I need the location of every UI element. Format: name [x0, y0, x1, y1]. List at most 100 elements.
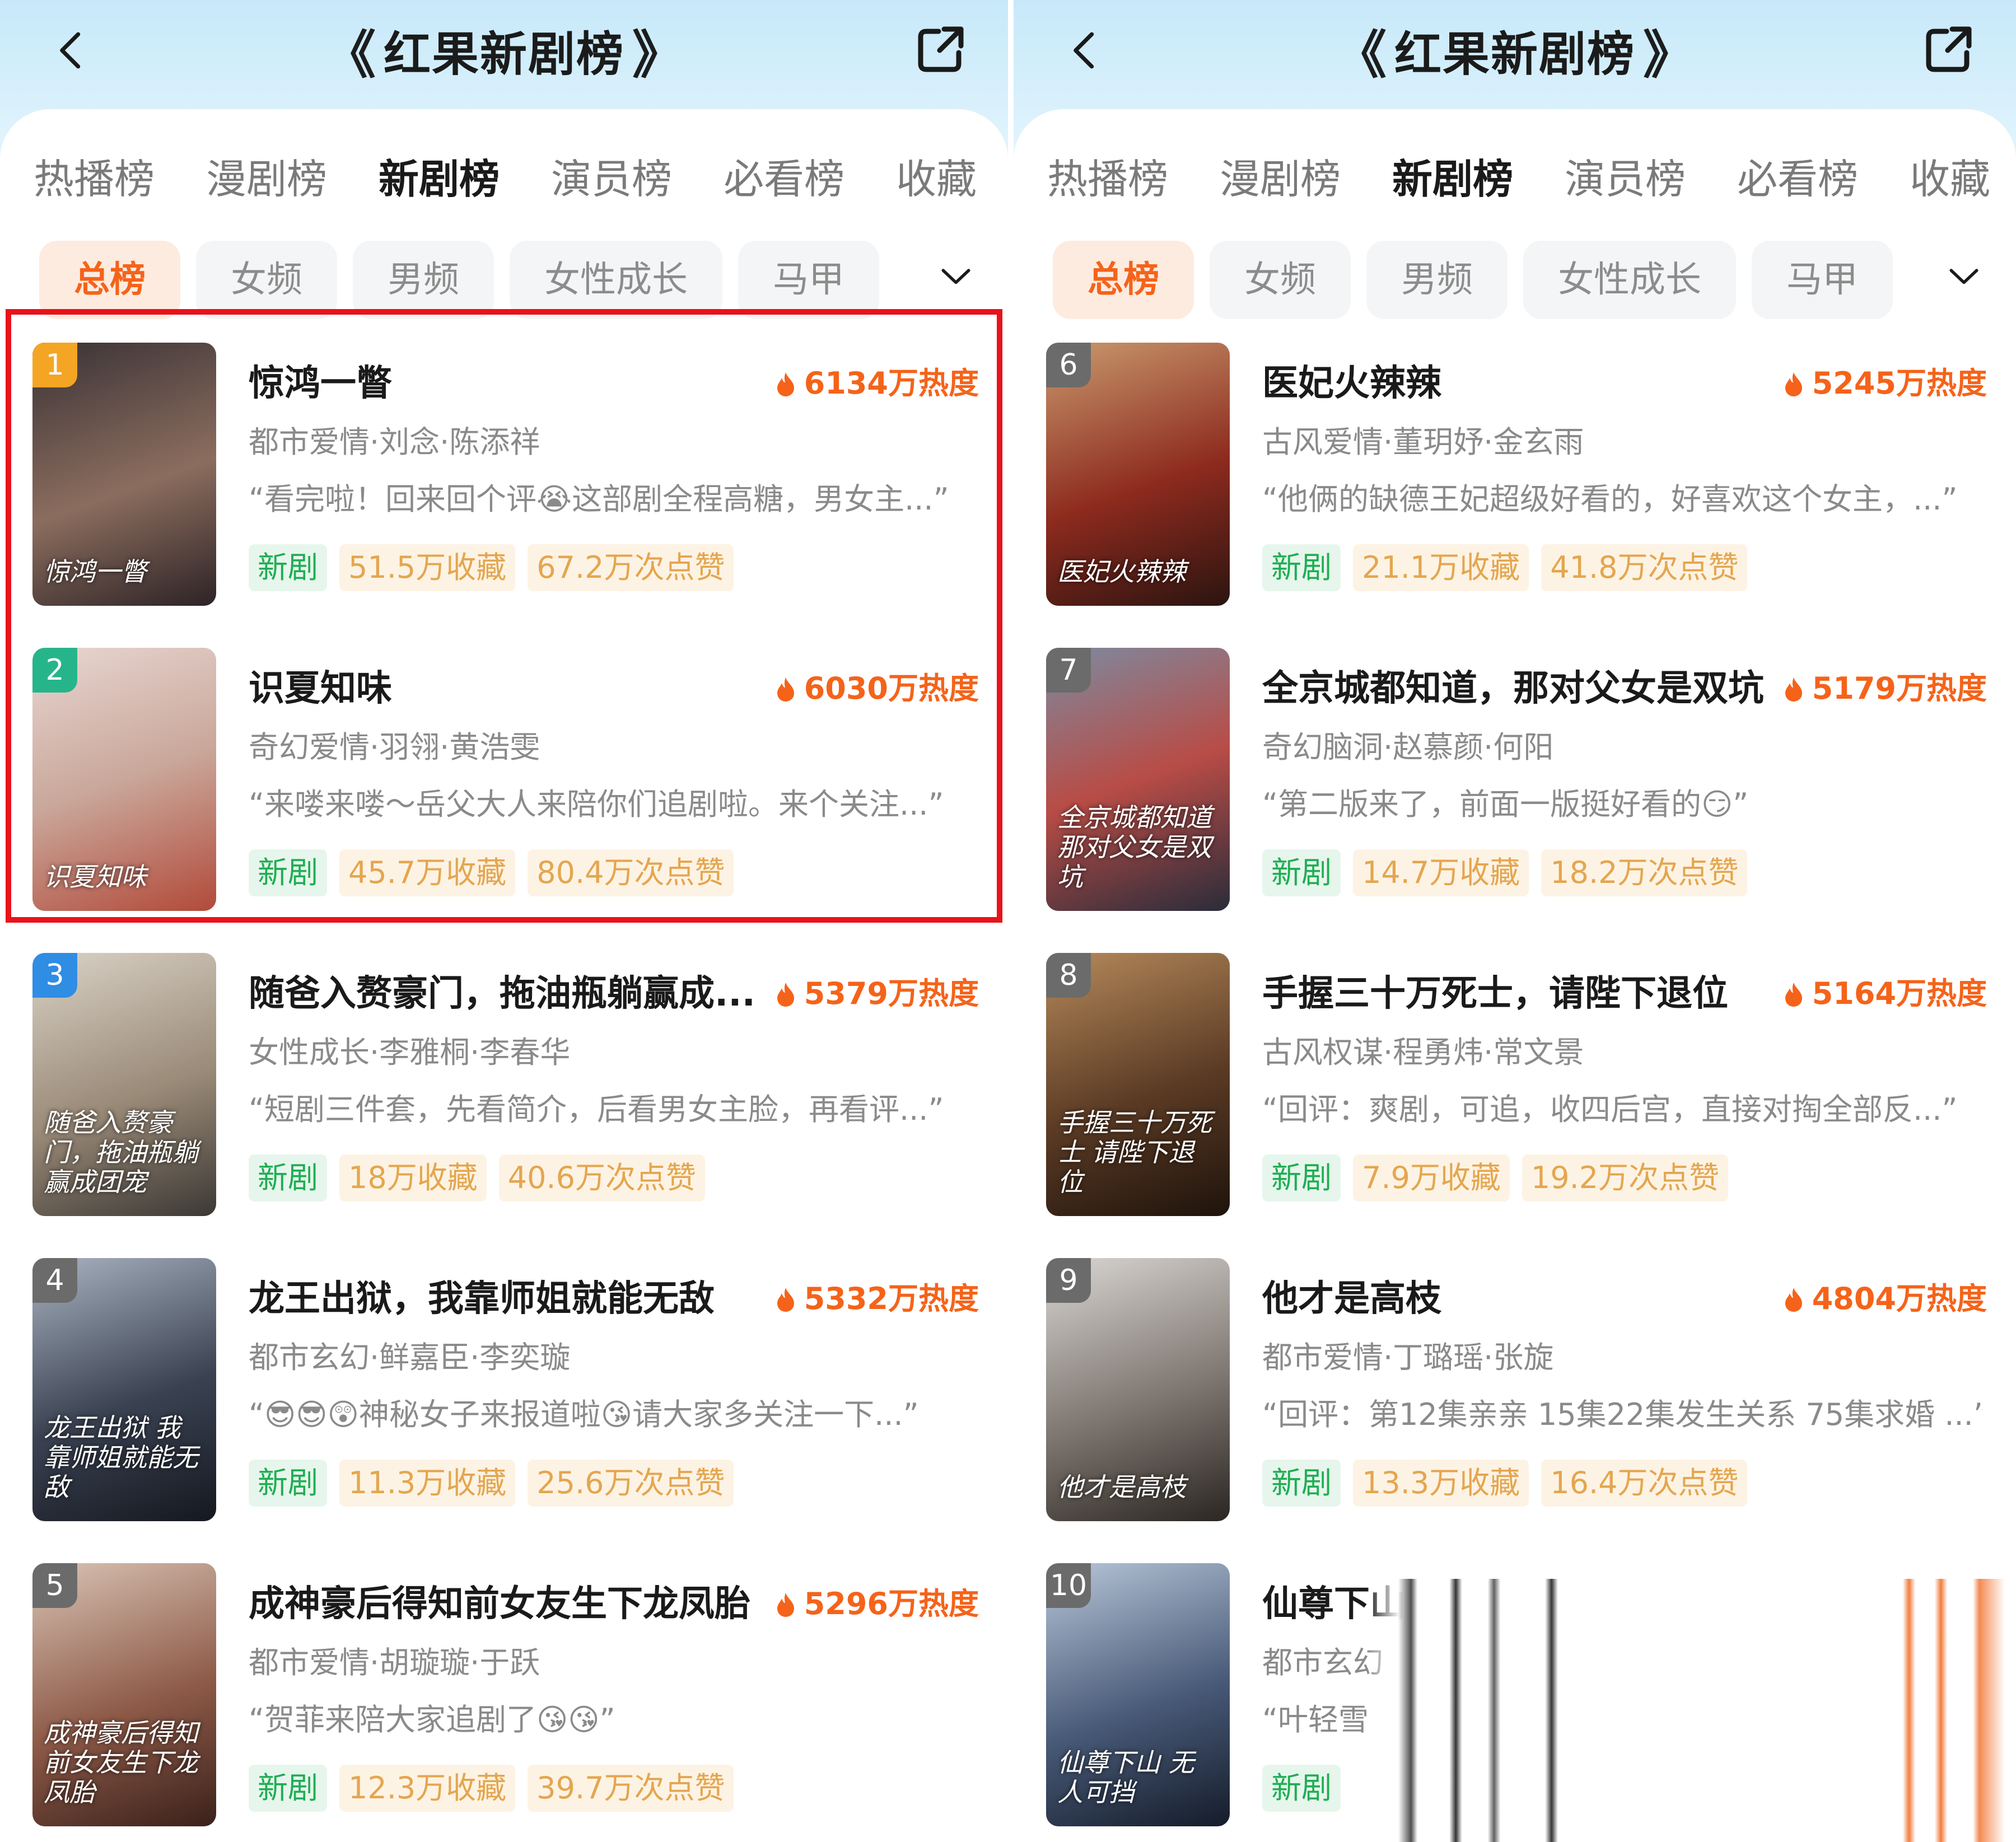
- top-review: “😎😎😲神秘女子来报道啦😘请大家多关注一下...”: [249, 1397, 919, 1432]
- heat-value: 5379万热度: [804, 976, 979, 1011]
- likes-count: 18.2万次点赞: [1541, 849, 1748, 896]
- poster-image[interactable]: 5 成神豪后得知前女友生下龙凤胎: [32, 1563, 216, 1826]
- new-badge: 新剧: [1262, 1460, 1341, 1507]
- likes-count: 39.7万次点赞: [528, 1765, 734, 1812]
- list-item[interactable]: 4 龙王出狱 我靠师姐就能无敌 龙王出狱，我靠师姐就能无敌 5332万热度都市玄幻·鲜…: [0, 1229, 1008, 1521]
- heat-score: 5296万热度: [776, 1579, 979, 1629]
- chip-3[interactable]: 女性成长: [510, 241, 722, 319]
- favorites-count: 13.3万收藏: [1353, 1460, 1529, 1507]
- chip-0[interactable]: 总榜: [1053, 241, 1194, 319]
- chevron-down-icon[interactable]: [1944, 260, 1984, 294]
- flame-icon: [1785, 983, 1802, 1007]
- drama-title[interactable]: 随爸入赘豪门，拖油瓶躺赢成...: [249, 969, 764, 1019]
- drama-title[interactable]: 成神豪后得知前女友生下龙凤胎: [249, 1579, 764, 1629]
- rank-badge: 5: [32, 1563, 77, 1608]
- new-badge: 新剧: [249, 1460, 327, 1507]
- tab-1[interactable]: 漫剧榜: [1220, 148, 1341, 210]
- drama-title[interactable]: 他才是高枝: [1262, 1274, 1777, 1324]
- heat-value: 5332万热度: [804, 1281, 979, 1316]
- chip-3[interactable]: 女性成长: [1523, 241, 1736, 319]
- rank-badge: 7: [1046, 648, 1091, 693]
- drama-title[interactable]: 龙王出狱，我靠师姐就能无敌: [249, 1274, 764, 1324]
- drama-meta: 奇幻脑洞·赵慕颜·何阳: [1262, 730, 1554, 765]
- favorites-count: 7.9万收藏: [1353, 1154, 1510, 1201]
- rank-badge: 10: [1046, 1563, 1091, 1608]
- laurel-right-icon: 》: [632, 25, 684, 85]
- tab-3[interactable]: 演员榜: [1565, 148, 1686, 210]
- flame-icon: [1785, 1288, 1802, 1312]
- flame-icon: [1785, 372, 1802, 396]
- image-glitch-artifact: [1366, 1579, 2005, 1842]
- drama-meta: 古风权谋·程勇炜·常文景: [1262, 1035, 1584, 1070]
- chip-0[interactable]: 总榜: [39, 241, 180, 319]
- poster-title-art: 成神豪后得知前女友生下龙凤胎: [44, 1718, 198, 1808]
- new-badge: 新剧: [1262, 544, 1341, 591]
- poster-image[interactable]: 9 他才是高枝: [1046, 1258, 1230, 1521]
- poster-title-art: 仙尊下山 无人可挡: [1057, 1747, 1194, 1808]
- top-review: “回评：爽剧，可追，收四后宫，直接对掏全部反...”: [1262, 1092, 1958, 1127]
- list-item[interactable]: 5 成神豪后得知前女友生下龙凤胎 成神豪后得知前女友生下龙凤胎 5296万热度 都市爱情…: [0, 1534, 1008, 1826]
- share-icon[interactable]: [1921, 21, 1977, 77]
- drama-meta: 都市玄幻·鲜嘉臣·李奕璇: [249, 1340, 571, 1375]
- laurel-left-icon: 《: [1334, 25, 1387, 85]
- chevron-down-icon[interactable]: [936, 260, 976, 294]
- drama-meta: 古风爱情·董玥妤·金玄雨: [1262, 424, 1584, 460]
- tab-0[interactable]: 热播榜: [1047, 148, 1168, 210]
- favorites-count: 14.7万收藏: [1353, 849, 1529, 896]
- tab-1[interactable]: 漫剧榜: [206, 148, 327, 210]
- poster-image[interactable]: 4 龙王出狱 我靠师姐就能无敌: [32, 1258, 216, 1521]
- poster-title-art: 随爸入赘豪门，拖油瓶躺赢成团宠: [44, 1107, 198, 1198]
- tag-row: 新剧 7.9万收藏 19.2万次点赞: [1262, 1154, 1740, 1201]
- drama-title[interactable]: 全京城都知道，那对父女是双坑: [1262, 663, 1777, 714]
- flame-icon: [777, 1288, 794, 1312]
- tab-3[interactable]: 演员榜: [551, 148, 672, 210]
- list-item[interactable]: 7 全京城都知道 那对父女是双坑 全京城都知道，那对父女是双坑 5179万热度奇幻脑洞…: [1014, 619, 2016, 911]
- poster-title-art: 龙王出狱 我靠师姐就能无敌: [44, 1413, 198, 1503]
- ranking-tabs: 热播榜 漫剧榜 新剧榜 演员榜 必看榜 收藏: [1047, 148, 2016, 210]
- tab-4[interactable]: 必看榜: [724, 148, 844, 210]
- tab-0[interactable]: 热播榜: [34, 148, 155, 210]
- chip-1[interactable]: 女频: [196, 241, 337, 319]
- likes-count: 19.2万次点赞: [1522, 1154, 1729, 1201]
- poster-image[interactable]: 8 手握三十万死士 请陛下退位: [1046, 953, 1230, 1216]
- title-bar: 《红果新剧榜》: [0, 17, 1008, 85]
- chip-2[interactable]: 男频: [353, 241, 494, 319]
- list-item[interactable]: 6 医妃火辣辣 医妃火辣辣 5245万热度 古风爱情·董玥妤·金玄雨 “他俩的缺德王妃超级…: [1014, 314, 2016, 606]
- drama-title[interactable]: 医妃火辣辣: [1262, 358, 1777, 409]
- chip-4[interactable]: 马甲: [738, 241, 879, 319]
- flame-icon: [777, 983, 794, 1007]
- poster-image[interactable]: 6 医妃火辣辣: [1046, 343, 1230, 606]
- chip-4[interactable]: 马甲: [1752, 241, 1893, 319]
- tab-5[interactable]: 收藏: [1910, 148, 1990, 210]
- rank-badge: 3: [32, 953, 77, 998]
- new-badge: 新剧: [249, 1765, 327, 1812]
- likes-count: 41.8万次点赞: [1541, 544, 1748, 591]
- list-item[interactable]: 3 随爸入赘豪门，拖油瓶躺赢成团宠 随爸入赘豪门，拖油瓶躺赢成... 5379万热度女…: [0, 924, 1008, 1216]
- rank-badge: 8: [1046, 953, 1091, 998]
- tab-4[interactable]: 必看榜: [1737, 148, 1858, 210]
- category-chips: 总榜 女频 男频 女性成长 马甲: [1053, 238, 2016, 322]
- poster-image[interactable]: 10 仙尊下山 无人可挡: [1046, 1563, 1230, 1826]
- tag-row: 新剧 21.1万收藏 41.8万次点赞: [1262, 544, 1760, 591]
- tab-5[interactable]: 收藏: [896, 148, 977, 210]
- top-review: “短剧三件套，先看简介，后看男女主脸，再看评...”: [249, 1092, 944, 1127]
- tag-row: 新剧 13.3万收藏 16.4万次点赞: [1262, 1460, 1760, 1507]
- tab-2[interactable]: 新剧榜: [1392, 148, 1513, 210]
- top-review: “第二版来了，前面一版挺好看的😏”: [1262, 787, 1749, 822]
- heat-score: 5179万热度: [1784, 663, 1987, 714]
- share-icon[interactable]: [913, 21, 969, 77]
- chip-1[interactable]: 女频: [1210, 241, 1351, 319]
- drama-title[interactable]: 手握三十万死士，请陛下退位: [1262, 969, 1777, 1019]
- poster-title-art: 医妃火辣辣: [1057, 557, 1186, 587]
- list-item[interactable]: 9 他才是高枝 他才是高枝 4804万热度 都市爱情·丁璐瑶·张旋 “回评：第12集亲亲 …: [1014, 1229, 2016, 1521]
- chip-2[interactable]: 男频: [1366, 241, 1508, 319]
- laurel-left-icon: 《: [324, 25, 376, 85]
- list-item[interactable]: 8 手握三十万死士 请陛下退位 手握三十万死士，请陛下退位 5164万热度 古风权谋·程…: [1014, 924, 2016, 1216]
- drama-meta: 都市玄幻: [1262, 1645, 1383, 1680]
- poster-image[interactable]: 7 全京城都知道 那对父女是双坑: [1046, 648, 1230, 911]
- flame-icon: [777, 1593, 794, 1617]
- tab-2[interactable]: 新剧榜: [379, 148, 500, 210]
- rank-badge: 4: [32, 1258, 77, 1303]
- poster-image[interactable]: 3 随爸入赘豪门，拖油瓶躺赢成团宠: [32, 953, 216, 1216]
- poster-title-art: 手握三十万死士 请陛下退位: [1057, 1107, 1212, 1198]
